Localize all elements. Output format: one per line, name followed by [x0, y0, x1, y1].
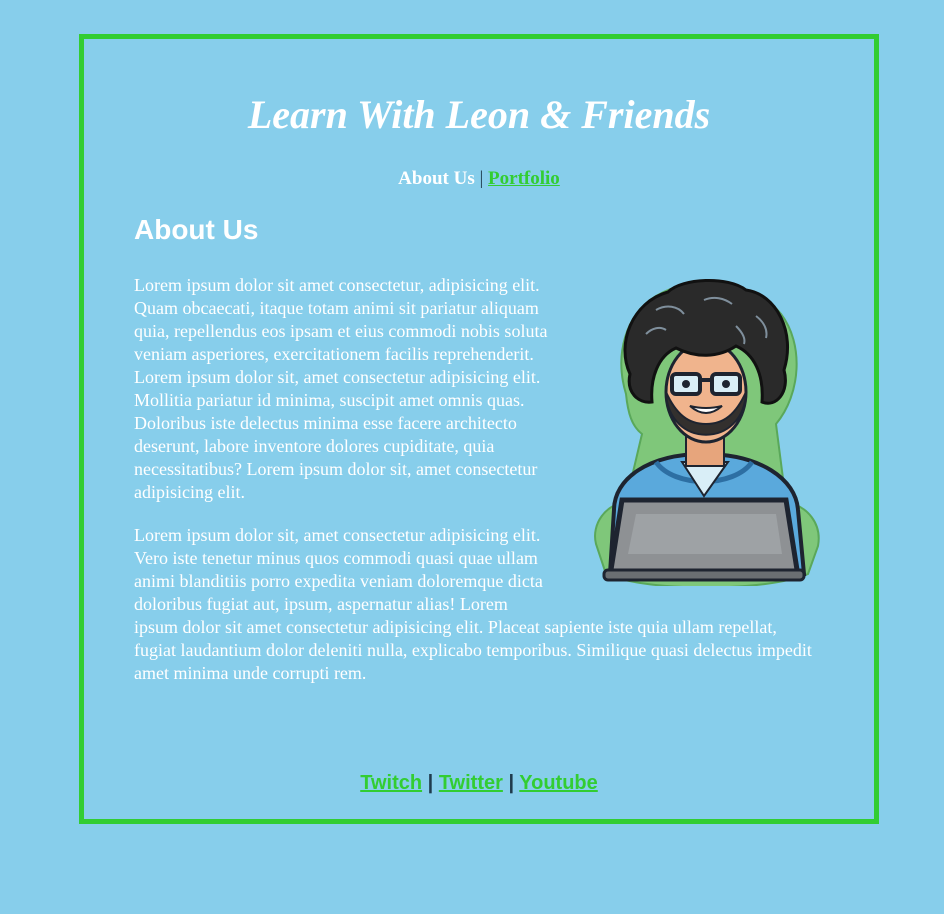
- page-title: Learn With Leon & Friends: [247, 92, 711, 137]
- youtube-link[interactable]: Youtube: [519, 772, 598, 794]
- twitch-link[interactable]: Twitch: [360, 772, 422, 794]
- nav-separator: |: [479, 168, 484, 189]
- about-content: Lorem ipsum dolor sit amet consectetur, …: [134, 274, 820, 705]
- nav-portfolio-link[interactable]: Portfolio: [488, 168, 560, 189]
- page-frame: Learn With Leon & Friends About Us | Por…: [79, 34, 879, 824]
- developer-avatar-image: [594, 279, 820, 586]
- footer-links: Twitch | Twitter | Youtube: [84, 771, 874, 795]
- top-nav: About Us | Portfolio: [84, 167, 874, 191]
- nav-about-us-current: About Us: [398, 168, 475, 189]
- section-heading: About Us: [134, 214, 259, 245]
- footer-separator: |: [508, 772, 515, 794]
- twitter-link[interactable]: Twitter: [439, 772, 503, 794]
- footer-separator: |: [427, 772, 434, 794]
